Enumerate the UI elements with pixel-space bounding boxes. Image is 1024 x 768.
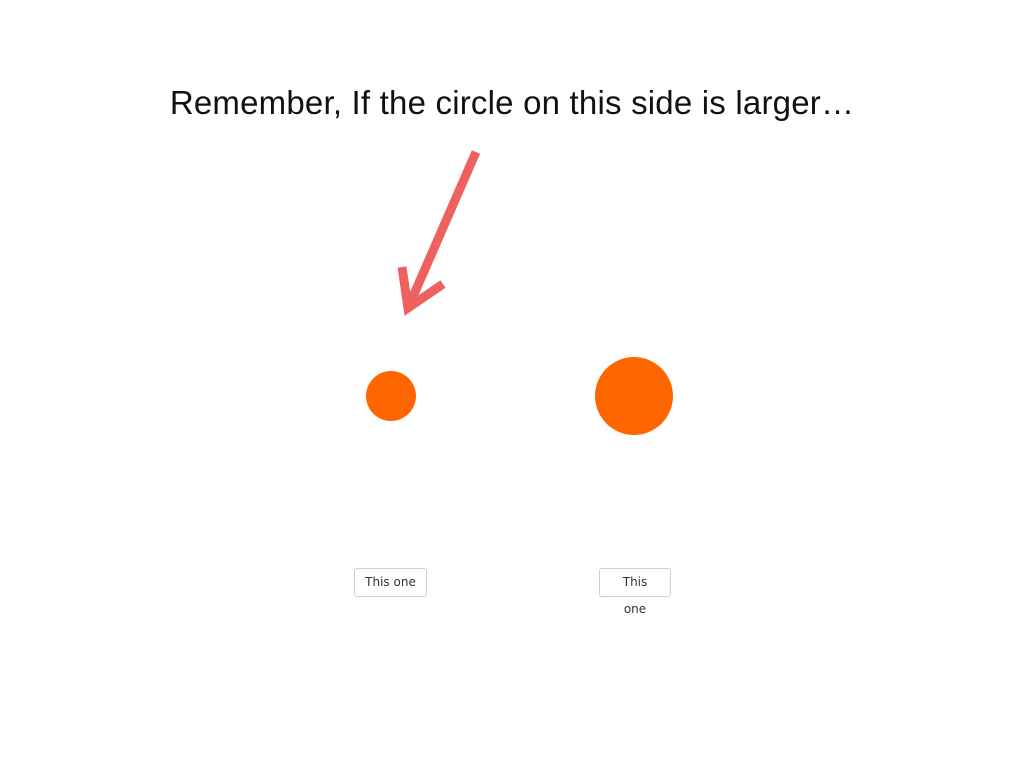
choose-left-button[interactable]: This one	[354, 568, 427, 597]
right-circle	[595, 357, 673, 435]
arrow-down-left-icon	[397, 150, 481, 316]
arrow-shape	[397, 150, 481, 316]
instruction-text: Remember, If the circle on this side is …	[169, 84, 855, 121]
choose-right-button[interactable]: This one	[599, 568, 671, 616]
left-circle	[366, 371, 416, 421]
